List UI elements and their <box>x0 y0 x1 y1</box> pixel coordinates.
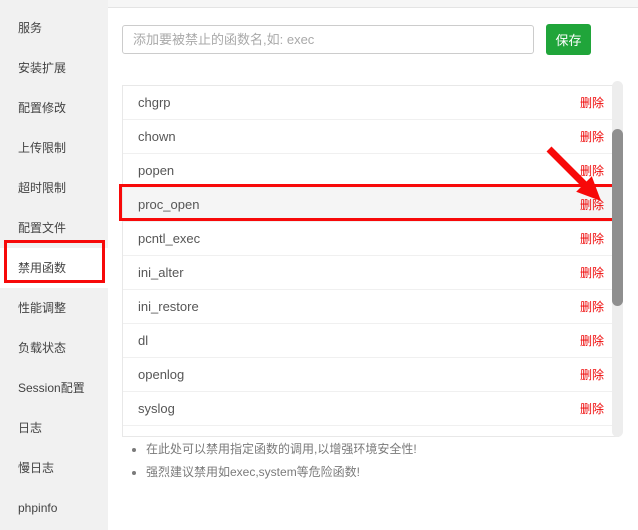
delete-link[interactable]: 删除 <box>580 162 604 179</box>
function-row: ini_restore 删除 <box>123 290 618 324</box>
function-name: ini_alter <box>138 265 184 280</box>
notes-list: 在此处可以禁用指定函数的调用,以增强环境安全性!强烈建议禁用如exec,syst… <box>129 438 609 484</box>
sidebar-item[interactable]: 日志 <box>0 408 108 448</box>
delete-link[interactable]: 删除 <box>580 264 604 281</box>
delete-link[interactable]: 删除 <box>580 298 604 315</box>
delete-link[interactable]: 删除 <box>580 332 604 349</box>
sidebar-item[interactable]: 服务 <box>0 8 108 48</box>
sidebar-item[interactable]: 上传限制 <box>0 128 108 168</box>
function-row: chown 删除 <box>123 120 618 154</box>
function-row: chgrp 删除 <box>123 86 618 120</box>
delete-link[interactable]: 删除 <box>580 400 604 417</box>
function-name: dl <box>138 333 148 348</box>
delete-link[interactable]: 删除 <box>580 128 604 145</box>
note-item: 强烈建议禁用如exec,system等危险函数! <box>146 461 609 484</box>
function-name: pcntl_exec <box>138 231 200 246</box>
delete-link[interactable]: 删除 <box>580 230 604 247</box>
function-name: syslog <box>138 401 175 416</box>
sidebar-item[interactable]: 超时限制 <box>0 168 108 208</box>
function-row: ini_alter 删除 <box>123 256 618 290</box>
function-row: syslog 删除 <box>123 392 618 426</box>
dialog-header-edge <box>108 0 638 8</box>
function-name: chgrp <box>138 95 171 110</box>
delete-link[interactable]: 删除 <box>580 366 604 383</box>
function-row: popen 删除 <box>123 154 618 188</box>
scrollbar-thumb[interactable] <box>612 129 623 306</box>
sidebar-item[interactable]: phpinfo <box>0 488 108 528</box>
notes: 在此处可以禁用指定函数的调用,以增强环境安全性!强烈建议禁用如exec,syst… <box>129 438 609 484</box>
function-row: pcntl_exec 删除 <box>123 222 618 256</box>
sidebar-item[interactable]: 配置修改 <box>0 88 108 128</box>
delete-link[interactable]: 删除 <box>580 94 604 111</box>
sidebar-item[interactable]: 安装扩展 <box>0 48 108 88</box>
function-row: openlog 删除 <box>123 358 618 392</box>
function-row: dl 删除 <box>123 324 618 358</box>
sidebar-item[interactable]: 性能调整 <box>0 288 108 328</box>
sidebar-item[interactable]: Session配置 <box>0 368 108 408</box>
function-row: proc_open 删除 <box>123 188 618 222</box>
function-name: openlog <box>138 367 184 382</box>
function-list: chgrp删除chown删除popen删除proc_open删除pcntl_ex… <box>122 85 619 437</box>
add-function-input[interactable] <box>122 25 534 54</box>
delete-link[interactable]: 删除 <box>580 196 604 213</box>
sidebar-item[interactable]: 慢日志 <box>0 448 108 488</box>
note-item: 在此处可以禁用指定函数的调用,以增强环境安全性! <box>146 438 609 461</box>
sidebar-item[interactable]: 禁用函数 <box>0 248 108 288</box>
function-name: chown <box>138 129 176 144</box>
sidebar-item[interactable]: 配置文件 <box>0 208 108 248</box>
save-button[interactable]: 保存 <box>546 24 591 55</box>
function-name: proc_open <box>138 197 199 212</box>
function-name: popen <box>138 163 174 178</box>
sidebar: 服务安装扩展配置修改上传限制超时限制配置文件禁用函数性能调整负载状态Sessio… <box>0 0 108 530</box>
function-name: ini_restore <box>138 299 199 314</box>
sidebar-item[interactable]: 负载状态 <box>0 328 108 368</box>
